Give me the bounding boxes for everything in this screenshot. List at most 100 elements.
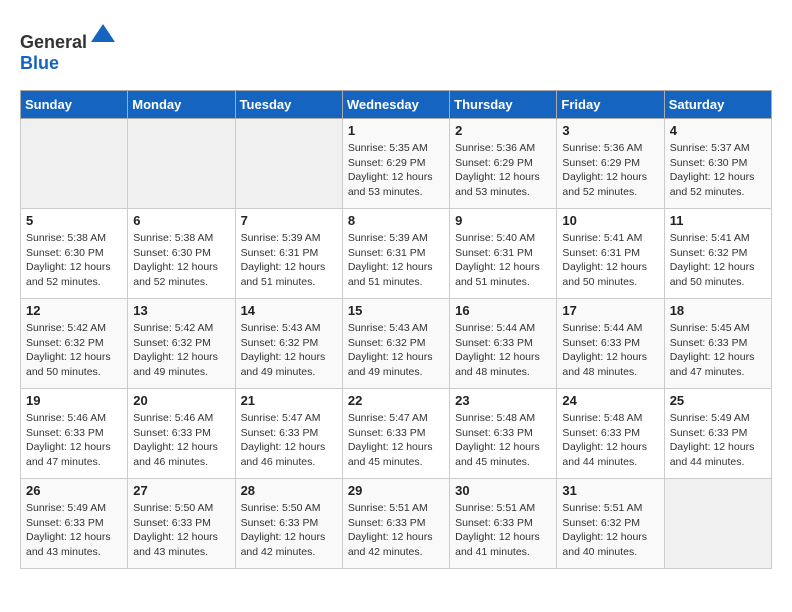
day-info: Sunrise: 5:45 AMSunset: 6:33 PMDaylight:… xyxy=(670,321,766,380)
day-info: Sunrise: 5:36 AMSunset: 6:29 PMDaylight:… xyxy=(455,141,551,200)
day-info: Sunrise: 5:48 AMSunset: 6:33 PMDaylight:… xyxy=(455,411,551,470)
day-info: Sunrise: 5:49 AMSunset: 6:33 PMDaylight:… xyxy=(26,501,122,560)
day-number: 10 xyxy=(562,213,658,228)
day-info: Sunrise: 5:50 AMSunset: 6:33 PMDaylight:… xyxy=(133,501,229,560)
day-cell: 31Sunrise: 5:51 AMSunset: 6:32 PMDayligh… xyxy=(557,479,664,569)
day-cell: 6 Sunrise: 5:38 AMSunset: 6:30 PMDaylight… xyxy=(128,209,235,299)
day-cell: 1 Sunrise: 5:35 AMSunset: 6:29 PMDaylight… xyxy=(342,119,449,209)
day-cell xyxy=(664,479,771,569)
day-cell: 13 Sunrise: 5:42 AMSunset: 6:32 PMDayligh… xyxy=(128,299,235,389)
day-cell: 16Sunrise: 5:44 AMSunset: 6:33 PMDayligh… xyxy=(450,299,557,389)
day-number: 4 xyxy=(670,123,766,138)
weekday-header-sunday: Sunday xyxy=(21,91,128,119)
week-row-2: 5 Sunrise: 5:38 AMSunset: 6:30 PMDaylight… xyxy=(21,209,772,299)
week-row-4: 19 Sunrise: 5:46 AMSunset: 6:33 PMDayligh… xyxy=(21,389,772,479)
weekday-header-tuesday: Tuesday xyxy=(235,91,342,119)
day-number: 18 xyxy=(670,303,766,318)
day-cell: 2 Sunrise: 5:36 AMSunset: 6:29 PMDaylight… xyxy=(450,119,557,209)
day-cell: 4 Sunrise: 5:37 AMSunset: 6:30 PMDaylight… xyxy=(664,119,771,209)
day-number: 12 xyxy=(26,303,122,318)
day-info: Sunrise: 5:35 AMSunset: 6:29 PMDaylight:… xyxy=(348,141,444,200)
day-cell: 12 Sunrise: 5:42 AMSunset: 6:32 PMDayligh… xyxy=(21,299,128,389)
day-cell xyxy=(235,119,342,209)
logo-blue: Blue xyxy=(20,53,59,73)
weekday-header-row: SundayMondayTuesdayWednesdayThursdayFrid… xyxy=(21,91,772,119)
day-number: 6 xyxy=(133,213,229,228)
day-cell: 15Sunrise: 5:43 AMSunset: 6:32 PMDayligh… xyxy=(342,299,449,389)
calendar-table: SundayMondayTuesdayWednesdayThursdayFrid… xyxy=(20,90,772,569)
day-number: 2 xyxy=(455,123,551,138)
day-number: 9 xyxy=(455,213,551,228)
day-info: Sunrise: 5:43 AMSunset: 6:32 PMDaylight:… xyxy=(241,321,337,380)
day-number: 8 xyxy=(348,213,444,228)
day-cell: 19Sunrise: 5:46 AMSunset: 6:33 PMDayligh… xyxy=(21,389,128,479)
day-info: Sunrise: 5:41 AMSunset: 6:32 PMDaylight:… xyxy=(670,231,766,290)
day-info: Sunrise: 5:40 AMSunset: 6:31 PMDaylight:… xyxy=(455,231,551,290)
day-info: Sunrise: 5:51 AMSunset: 6:33 PMDaylight:… xyxy=(455,501,551,560)
day-cell: 25Sunrise: 5:49 AMSunset: 6:33 PMDayligh… xyxy=(664,389,771,479)
day-number: 7 xyxy=(241,213,337,228)
day-info: Sunrise: 5:39 AMSunset: 6:31 PMDaylight:… xyxy=(348,231,444,290)
week-row-1: 1 Sunrise: 5:35 AMSunset: 6:29 PMDaylight… xyxy=(21,119,772,209)
day-number: 23 xyxy=(455,393,551,408)
weekday-header-thursday: Thursday xyxy=(450,91,557,119)
day-info: Sunrise: 5:39 AMSunset: 6:31 PMDaylight:… xyxy=(241,231,337,290)
day-number: 25 xyxy=(670,393,766,408)
day-info: Sunrise: 5:37 AMSunset: 6:30 PMDaylight:… xyxy=(670,141,766,200)
logo-text: General Blue xyxy=(20,20,117,74)
day-number: 26 xyxy=(26,483,122,498)
day-number: 24 xyxy=(562,393,658,408)
day-info: Sunrise: 5:44 AMSunset: 6:33 PMDaylight:… xyxy=(562,321,658,380)
day-info: Sunrise: 5:47 AMSunset: 6:33 PMDaylight:… xyxy=(348,411,444,470)
day-number: 29 xyxy=(348,483,444,498)
day-cell xyxy=(21,119,128,209)
day-info: Sunrise: 5:42 AMSunset: 6:32 PMDaylight:… xyxy=(133,321,229,380)
day-cell: 24Sunrise: 5:48 AMSunset: 6:33 PMDayligh… xyxy=(557,389,664,479)
logo-icon xyxy=(89,20,117,48)
calendar-body: 1 Sunrise: 5:35 AMSunset: 6:29 PMDaylight… xyxy=(21,119,772,569)
day-info: Sunrise: 5:51 AMSunset: 6:32 PMDaylight:… xyxy=(562,501,658,560)
day-info: Sunrise: 5:36 AMSunset: 6:29 PMDaylight:… xyxy=(562,141,658,200)
week-row-3: 12 Sunrise: 5:42 AMSunset: 6:32 PMDayligh… xyxy=(21,299,772,389)
day-cell: 8 Sunrise: 5:39 AMSunset: 6:31 PMDaylight… xyxy=(342,209,449,299)
day-cell: 23 Sunrise: 5:48 AMSunset: 6:33 PMDayligh… xyxy=(450,389,557,479)
logo-general: General xyxy=(20,32,87,52)
weekday-header-monday: Monday xyxy=(128,91,235,119)
day-cell: 30 Sunrise: 5:51 AMSunset: 6:33 PMDayligh… xyxy=(450,479,557,569)
day-number: 28 xyxy=(241,483,337,498)
day-number: 20 xyxy=(133,393,229,408)
day-number: 3 xyxy=(562,123,658,138)
day-cell: 9 Sunrise: 5:40 AMSunset: 6:31 PMDaylight… xyxy=(450,209,557,299)
day-info: Sunrise: 5:38 AMSunset: 6:30 PMDaylight:… xyxy=(133,231,229,290)
day-number: 27 xyxy=(133,483,229,498)
day-number: 1 xyxy=(348,123,444,138)
day-info: Sunrise: 5:41 AMSunset: 6:31 PMDaylight:… xyxy=(562,231,658,290)
day-cell: 7 Sunrise: 5:39 AMSunset: 6:31 PMDaylight… xyxy=(235,209,342,299)
day-cell: 10 Sunrise: 5:41 AMSunset: 6:31 PMDayligh… xyxy=(557,209,664,299)
day-number: 19 xyxy=(26,393,122,408)
weekday-header-friday: Friday xyxy=(557,91,664,119)
day-number: 30 xyxy=(455,483,551,498)
day-info: Sunrise: 5:43 AMSunset: 6:32 PMDaylight:… xyxy=(348,321,444,380)
day-cell xyxy=(128,119,235,209)
day-number: 22 xyxy=(348,393,444,408)
logo: General Blue xyxy=(20,20,117,74)
day-number: 17 xyxy=(562,303,658,318)
day-number: 14 xyxy=(241,303,337,318)
day-info: Sunrise: 5:47 AMSunset: 6:33 PMDaylight:… xyxy=(241,411,337,470)
weekday-header-saturday: Saturday xyxy=(664,91,771,119)
day-cell: 21Sunrise: 5:47 AMSunset: 6:33 PMDayligh… xyxy=(235,389,342,479)
day-cell: 26 Sunrise: 5:49 AMSunset: 6:33 PMDayligh… xyxy=(21,479,128,569)
day-cell: 22 Sunrise: 5:47 AMSunset: 6:33 PMDayligh… xyxy=(342,389,449,479)
day-cell: 17 Sunrise: 5:44 AMSunset: 6:33 PMDayligh… xyxy=(557,299,664,389)
day-info: Sunrise: 5:42 AMSunset: 6:32 PMDaylight:… xyxy=(26,321,122,380)
day-cell: 27 Sunrise: 5:50 AMSunset: 6:33 PMDayligh… xyxy=(128,479,235,569)
day-cell: 5Sunrise: 5:38 AMSunset: 6:30 PMDaylight… xyxy=(21,209,128,299)
day-info: Sunrise: 5:51 AMSunset: 6:33 PMDaylight:… xyxy=(348,501,444,560)
week-row-5: 26 Sunrise: 5:49 AMSunset: 6:33 PMDayligh… xyxy=(21,479,772,569)
day-number: 5 xyxy=(26,213,122,228)
day-number: 13 xyxy=(133,303,229,318)
day-info: Sunrise: 5:44 AMSunset: 6:33 PMDaylight:… xyxy=(455,321,551,380)
day-info: Sunrise: 5:46 AMSunset: 6:33 PMDaylight:… xyxy=(133,411,229,470)
day-cell: 28Sunrise: 5:50 AMSunset: 6:33 PMDayligh… xyxy=(235,479,342,569)
